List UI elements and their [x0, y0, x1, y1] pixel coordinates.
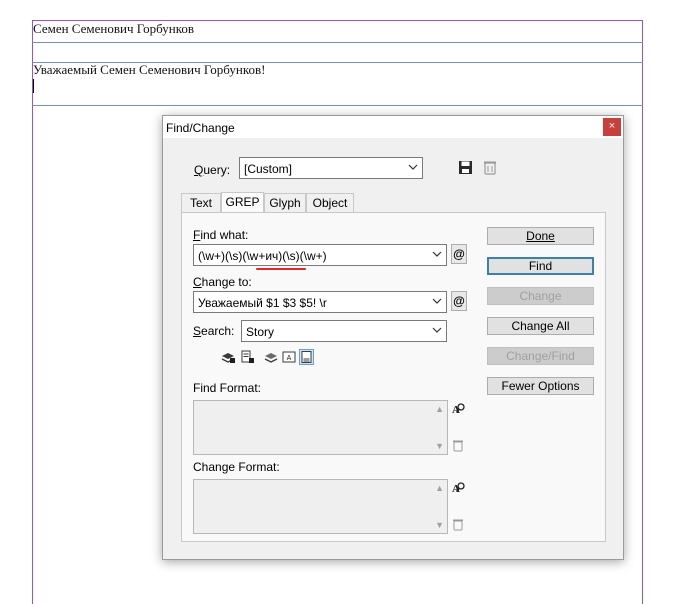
search-label: Search:: [193, 324, 235, 338]
search-dropdown[interactable]: Story: [241, 320, 447, 342]
change-button[interactable]: Change: [487, 287, 594, 305]
change-format-box[interactable]: ▲ ▼: [193, 479, 448, 534]
find-what-label: Find what:: [193, 228, 249, 242]
find-change-dialog: Find/Change × Query: [Custom] Text GREP …: [162, 115, 624, 560]
find-what-value: (\w+)(\s)(\w+ич)(\s)(\w+): [198, 249, 327, 263]
chevron-down-icon: [432, 298, 442, 304]
dialog-title: Find/Change: [166, 121, 235, 135]
scroll-down-icon[interactable]: ▼: [435, 441, 444, 451]
change-find-button[interactable]: Change/Find: [487, 347, 594, 365]
fewer-options-button-label: Fewer Options: [501, 379, 580, 393]
include-hidden-layers-icon[interactable]: [264, 350, 278, 364]
change-to-field[interactable]: Уважаемый $1 $3 $5! \r: [193, 291, 447, 313]
scroll-down-icon[interactable]: ▼: [435, 520, 444, 530]
find-button[interactable]: Find: [487, 257, 594, 275]
scroll-up-icon[interactable]: ▲: [435, 404, 444, 414]
done-button[interactable]: Done: [487, 227, 594, 245]
include-master-pages-icon[interactable]: A: [282, 350, 296, 364]
change-all-button-label: Change All: [511, 319, 570, 333]
text-cursor: [33, 79, 34, 93]
tab-glyph[interactable]: Glyph: [264, 193, 306, 213]
change-find-button-label: Change/Find: [506, 349, 575, 363]
query-label: Query:: [194, 163, 231, 177]
query-value: [Custom]: [244, 162, 293, 176]
dialog-titlebar[interactable]: Find/Change ×: [163, 116, 623, 138]
save-query-icon[interactable]: [458, 160, 473, 175]
find-format-box[interactable]: ▲ ▼: [193, 400, 448, 455]
chevron-down-icon: [432, 327, 442, 333]
include-locked-stories-icon[interactable]: [240, 350, 254, 364]
grep-panel: Find what: (\w+)(\s)(\w+ич)(\s)(\w+) @ C…: [181, 212, 606, 542]
svg-text:A: A: [287, 355, 292, 362]
search-value: Story: [246, 325, 275, 339]
close-button[interactable]: ×: [603, 118, 621, 136]
find-what-field[interactable]: (\w+)(\s)(\w+ич)(\s)(\w+): [193, 244, 447, 266]
clear-change-format-icon[interactable]: [452, 518, 464, 531]
change-to-value: Уважаемый $1 $3 $5! \r: [198, 296, 327, 310]
tab-grep[interactable]: GREP: [221, 192, 264, 213]
page-margin-right: [642, 20, 643, 604]
change-special-characters-button[interactable]: @: [451, 291, 467, 311]
include-locked-layers-icon[interactable]: [221, 350, 235, 364]
document-line-2: Уважаемый Семен Семенович Горбунков!: [33, 62, 266, 77]
tab-text[interactable]: Text: [181, 193, 221, 213]
chevron-down-icon: [432, 251, 442, 257]
tab-object[interactable]: Object: [306, 193, 354, 213]
baseline-guide-1: [32, 42, 643, 43]
query-dropdown[interactable]: [Custom]: [239, 157, 423, 179]
include-footnotes-icon[interactable]: [299, 349, 314, 365]
change-button-label: Change: [519, 289, 562, 303]
find-special-characters-button[interactable]: @: [451, 244, 467, 264]
change-all-button[interactable]: Change All: [487, 317, 594, 335]
highlight-underline: [256, 268, 306, 270]
fewer-options-button[interactable]: Fewer Options: [487, 377, 594, 395]
specify-change-format-icon[interactable]: A: [450, 480, 466, 496]
scroll-up-icon[interactable]: ▲: [435, 483, 444, 493]
baseline-guide-3: [32, 105, 643, 106]
specify-find-format-icon[interactable]: A: [450, 401, 466, 417]
chevron-down-icon: [408, 164, 418, 170]
change-to-label: Change to:: [193, 275, 252, 289]
find-button-label: Find: [528, 259, 553, 273]
document-line-1: Семен Семенович Горбунков: [33, 21, 194, 36]
change-format-label: Change Format:: [193, 460, 280, 474]
delete-query-icon[interactable]: [483, 160, 497, 175]
page-margin-left: [32, 20, 33, 604]
find-format-label: Find Format:: [193, 381, 262, 395]
clear-find-format-icon[interactable]: [452, 439, 464, 452]
done-button-label: Done: [526, 229, 555, 243]
